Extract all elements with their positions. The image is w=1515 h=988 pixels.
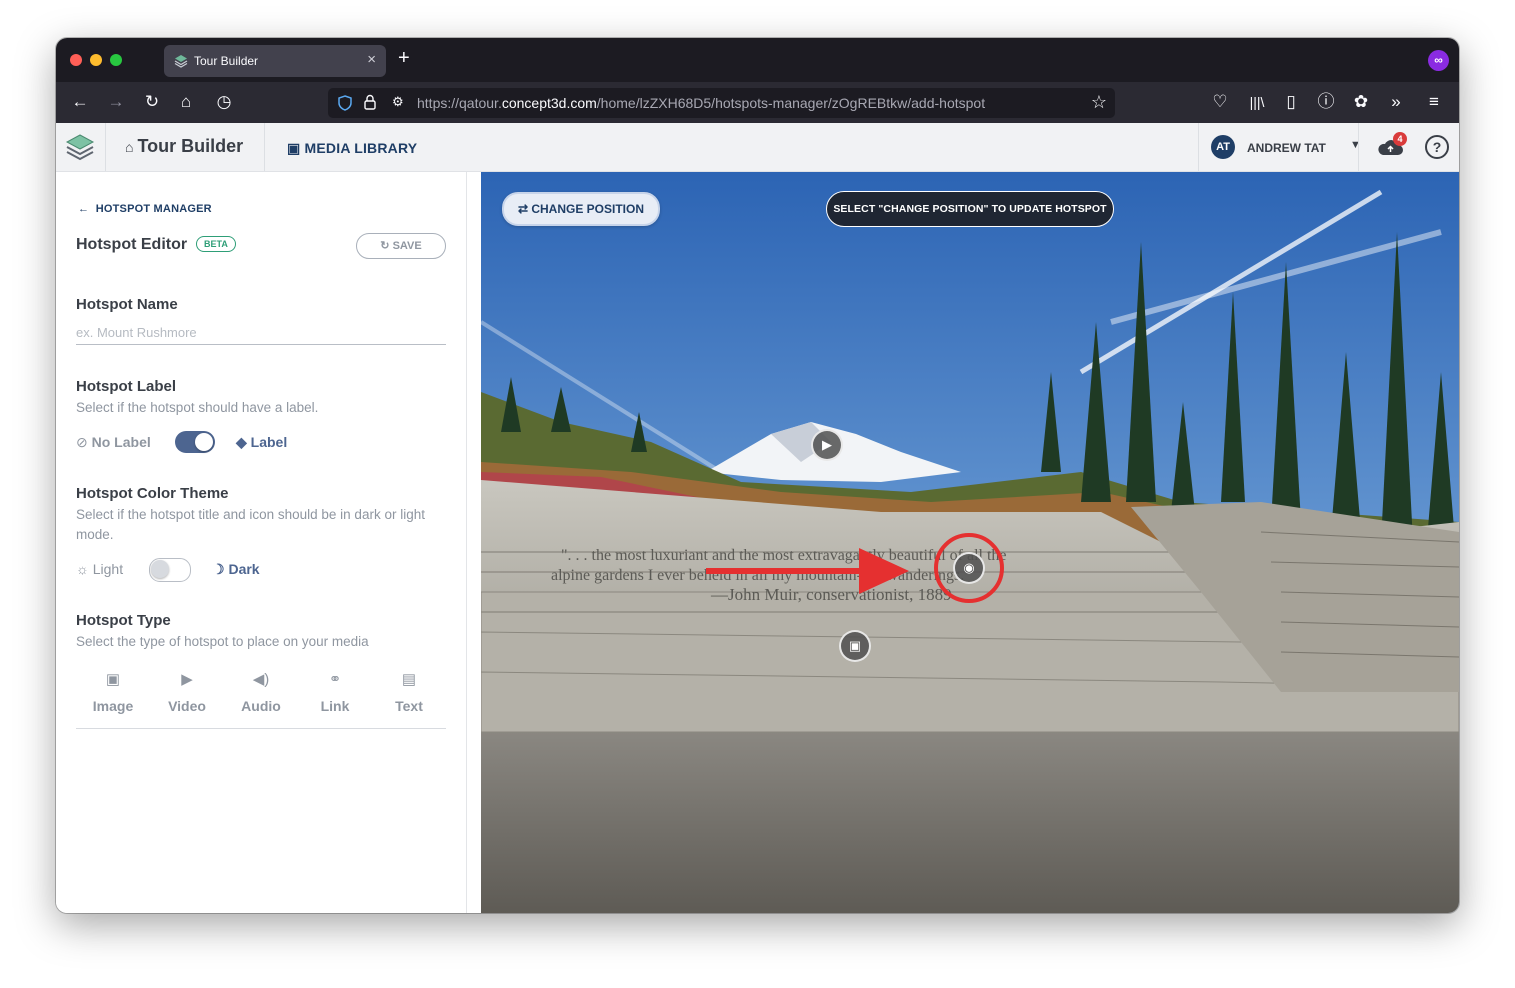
hamburger-menu-icon[interactable]: ≡ xyxy=(1422,90,1446,114)
label-toggle-row: ⊘ No Label ◆ Label xyxy=(76,431,336,455)
tour-builder-favicon-icon xyxy=(174,55,188,68)
new-tab-button[interactable]: + xyxy=(398,47,410,70)
engraving-line-3: —John Muir, conservationist, 1889 xyxy=(710,585,952,604)
address-bar[interactable]: ⚙ https://qatour.concept3d.com/home/lzZX… xyxy=(328,88,1115,118)
extension-icon[interactable]: ∞ xyxy=(1428,50,1449,71)
tracking-shield-icon[interactable] xyxy=(338,95,352,111)
text-icon: ▤ xyxy=(401,671,417,688)
library-icon[interactable]: |||\ xyxy=(1245,90,1269,114)
media-library-icon: ▣ xyxy=(287,140,305,156)
hotspot-manager-back-link[interactable]: ← HOTSPOT MANAGER xyxy=(78,203,212,215)
sidebar-toggle-icon[interactable]: ▯ xyxy=(1279,90,1303,114)
type-link-button[interactable]: ⚭ Link xyxy=(298,670,372,714)
color-toggle-row: ☼ Light ☽ Dark xyxy=(76,558,336,582)
video-hotspot-icon[interactable]: ▶ xyxy=(811,429,843,461)
browser-tab[interactable]: Tour Builder × xyxy=(164,45,386,77)
hotspot-type-title: Hotspot Type xyxy=(76,612,171,629)
history-clock-icon[interactable]: ◷ xyxy=(212,90,236,114)
panorama-scene: ". . . the most luxuriant and the most e… xyxy=(481,172,1459,913)
moon-icon: ☽ xyxy=(212,561,225,577)
video-icon: ▶ xyxy=(181,671,193,688)
type-video-button[interactable]: ▶ Video xyxy=(150,670,224,714)
label-toggle[interactable] xyxy=(175,431,215,453)
notification-badge: 4 xyxy=(1393,132,1407,146)
color-theme-toggle[interactable] xyxy=(149,558,191,582)
hotspot-type-options: ▣ Image ▶ Video ◀) Audio ⚭ Link ▤ Text xyxy=(76,670,446,729)
bookmark-star-icon[interactable]: ☆ xyxy=(1091,92,1107,113)
browser-window: Tour Builder × + ∞ ← → ↻ ⌂ ◷ ⚙ https://q… xyxy=(56,38,1459,913)
home-icon: ⌂ xyxy=(125,139,134,155)
instruction-banner: SELECT "CHANGE POSITION" TO UPDATE HOTSP… xyxy=(826,191,1114,227)
app-title-link[interactable]: ⌂ Tour Builder xyxy=(125,136,243,157)
media-library-link[interactable]: ▣ MEDIA LIBRARY xyxy=(287,140,417,157)
image-icon: ▣ xyxy=(105,671,121,688)
app-header: ⌂ Tour Builder ▣ MEDIA LIBRARY AT ANDREW … xyxy=(56,123,1459,172)
light-option: ☼ Light xyxy=(76,561,124,577)
beta-badge: BETA xyxy=(196,236,236,252)
hotspot-color-title: Hotspot Color Theme xyxy=(76,485,229,502)
hotspot-label-desc: Select if the hotspot should have a labe… xyxy=(76,400,319,415)
hotspot-type-desc: Select the type of hotspot to place on y… xyxy=(76,634,369,649)
reload-icon[interactable]: ↻ xyxy=(140,90,164,114)
back-arrow-icon: ← xyxy=(78,203,93,215)
home-icon[interactable]: ⌂ xyxy=(174,90,198,114)
help-icon[interactable]: ? xyxy=(1425,135,1449,159)
close-window-button[interactable] xyxy=(70,54,82,66)
change-position-button[interactable]: ⇄ CHANGE POSITION xyxy=(502,192,660,226)
panorama-viewer[interactable]: ". . . the most luxuriant and the most e… xyxy=(481,172,1459,913)
chevron-down-icon: ▼ xyxy=(1350,139,1361,151)
image-hotspot-icon[interactable]: ▣ xyxy=(839,630,871,662)
type-text-button[interactable]: ▤ Text xyxy=(372,670,446,714)
avatar: AT xyxy=(1211,135,1235,159)
hotspot-label-title: Hotspot Label xyxy=(76,378,176,395)
label-option: ◆ Label xyxy=(236,434,288,450)
info-icon[interactable]: ⓘ xyxy=(1314,90,1338,114)
no-tag-icon: ⊘ xyxy=(76,434,88,450)
sync-icon: ↻ xyxy=(380,240,393,252)
save-button[interactable]: ↻ SAVE xyxy=(356,233,446,259)
page-title: Hotspot Editor xyxy=(76,236,188,253)
type-image-button[interactable]: ▣ Image xyxy=(76,670,150,714)
no-label-option: ⊘ No Label xyxy=(76,434,151,450)
tab-close-icon[interactable]: × xyxy=(367,51,376,68)
user-name: ANDREW TAT xyxy=(1247,141,1326,155)
hotspot-name-input[interactable] xyxy=(76,320,446,345)
maximize-window-button[interactable] xyxy=(110,54,122,66)
pocket-icon[interactable]: ♡ xyxy=(1208,90,1232,114)
overflow-chevrons-icon[interactable]: » xyxy=(1384,90,1408,114)
forward-arrow-icon[interactable]: → xyxy=(104,90,128,114)
sun-icon: ☼ xyxy=(76,561,89,577)
back-arrow-icon[interactable]: ← xyxy=(68,90,92,114)
link-icon: ⚭ xyxy=(328,671,342,688)
lock-icon[interactable] xyxy=(363,94,377,110)
tab-title: Tour Builder xyxy=(194,54,259,68)
browser-tab-bar: Tour Builder × + ∞ xyxy=(56,38,1459,82)
hotspot-name-title: Hotspot Name xyxy=(76,296,178,313)
type-audio-button[interactable]: ◀) Audio xyxy=(224,670,298,714)
minimize-window-button[interactable] xyxy=(90,54,102,66)
hotspot-editor-panel: ← HOTSPOT MANAGER Hotspot Editor BETA ↻ … xyxy=(56,172,467,913)
audio-icon: ◀) xyxy=(252,671,270,688)
tour-builder-logo-icon[interactable] xyxy=(63,130,97,164)
new-hotspot-marker-icon[interactable]: ◉ xyxy=(953,552,985,584)
tag-icon: ◆ xyxy=(236,434,247,450)
browser-nav-bar: ← → ↻ ⌂ ◷ ⚙ https://qatour.concept3d.com… xyxy=(56,82,1459,123)
dark-option: ☽ Dark xyxy=(212,561,260,577)
swap-arrows-icon: ⇄ xyxy=(517,202,532,216)
hotspot-color-desc: Select if the hotspot title and icon sho… xyxy=(76,507,425,542)
url-text[interactable]: https://qatour.concept3d.com/home/lzZXH6… xyxy=(417,95,985,111)
extension-puzzle-icon[interactable]: ✿ xyxy=(1349,90,1373,114)
permissions-icon[interactable]: ⚙ xyxy=(392,94,404,110)
